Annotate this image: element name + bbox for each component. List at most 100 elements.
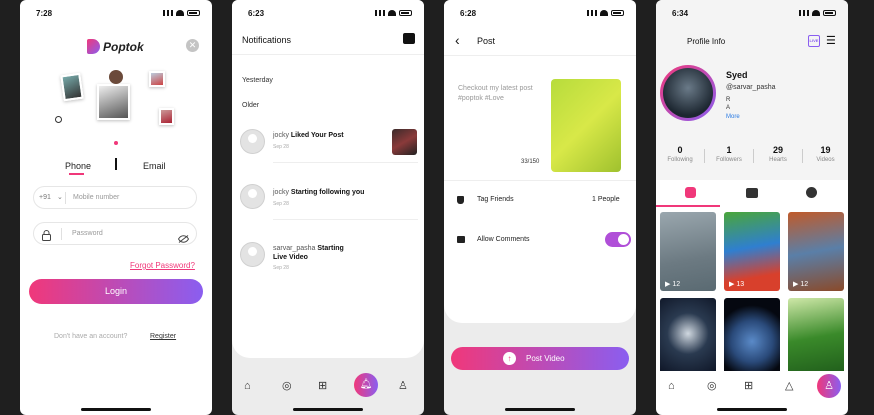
page-title: Post — [477, 36, 496, 46]
page-title: Notifications — [242, 35, 292, 45]
user-photo-main — [97, 84, 130, 120]
content-tabs — [656, 180, 848, 208]
eye-off-icon[interactable] — [177, 230, 190, 248]
stat-label: Following — [667, 157, 693, 163]
signal-icon — [587, 10, 597, 16]
tab-divider — [115, 158, 117, 170]
menu-icon[interactable]: ☰ — [826, 34, 836, 47]
status-bar: 6:23 — [244, 9, 412, 19]
divider — [273, 162, 418, 163]
video-thumbnail[interactable]: ▶ 13 — [724, 212, 780, 291]
stat-videos[interactable]: 19 Videos — [803, 145, 848, 163]
status-time: 7:28 — [36, 9, 53, 18]
music-icon — [55, 116, 62, 123]
bio-line-2: A — [726, 105, 731, 111]
bottom-nav: ⌂ ◎ ⊞ △ ♙ — [656, 371, 848, 403]
live-icon[interactable]: LIVE — [808, 35, 820, 47]
caption-input[interactable]: Checkout my latest post #poptok #Love — [458, 84, 544, 104]
mobile-field[interactable]: +91 ⌄ Mobile number — [33, 186, 197, 209]
notification-date: Sep 28 — [273, 265, 289, 271]
home-icon[interactable]: ⌂ — [244, 379, 251, 393]
logo-text: Poptok — [103, 39, 144, 54]
stat-following[interactable]: 0 Following — [656, 145, 704, 163]
video-thumbnail[interactable]: ▶ 12 — [660, 212, 716, 291]
compass-icon[interactable]: ◎ — [707, 379, 717, 393]
status-icons — [163, 10, 200, 16]
post-video-button[interactable]: ↑ Post Video — [451, 347, 629, 370]
play-count: ▶ 12 — [665, 281, 681, 288]
tag-friends-value[interactable]: 1 People — [592, 196, 620, 203]
video-thumbnail[interactable] — [788, 298, 844, 377]
battery-icon — [823, 10, 836, 16]
allow-comments-toggle[interactable] — [605, 232, 631, 247]
avatar — [240, 184, 265, 209]
bell-icon[interactable]: △ — [785, 379, 793, 393]
tab-indicator — [656, 205, 720, 207]
tab-phone[interactable]: Phone — [65, 161, 91, 171]
stat-followers[interactable]: 1 Followers — [705, 145, 753, 163]
video-thumbnail[interactable] — [724, 298, 780, 377]
profile-icon[interactable]: ♙ — [817, 374, 841, 398]
list-item[interactable]: sarvar_pasha Starting Live Video Sep 28 — [240, 240, 418, 276]
section-older: Older — [242, 102, 260, 109]
chat-icon[interactable] — [403, 33, 415, 44]
play-count-value: 12 — [800, 281, 809, 288]
close-icon[interactable]: ✕ — [186, 39, 199, 52]
forgot-password-link[interactable]: Forgot Password? — [130, 261, 195, 270]
divider — [444, 180, 636, 181]
home-icon[interactable]: ⌂ — [668, 379, 675, 393]
video-thumbnail[interactable] — [660, 298, 716, 377]
back-icon[interactable]: ‹ — [455, 32, 460, 48]
tab-email[interactable]: Email — [143, 161, 166, 171]
status-time: 6:34 — [672, 9, 689, 18]
compass-icon[interactable]: ◎ — [282, 379, 292, 393]
status-icons — [375, 10, 412, 16]
country-code-select[interactable]: +91 — [39, 194, 51, 201]
stats-row: 0 Following 1 Followers 29 Hearts 19 Vid… — [656, 145, 848, 170]
home-indicator — [81, 408, 151, 411]
app-screens: 7:28 Poptok ✕ Phone Email +91 ⌄ Mobile n… — [0, 0, 874, 415]
password-field[interactable]: Password — [33, 222, 197, 245]
field-divider — [61, 228, 62, 240]
login-button[interactable]: Login — [29, 279, 203, 304]
grid-icon[interactable] — [685, 187, 696, 198]
bell-icon[interactable]: 🔔︎ — [354, 373, 378, 397]
video-add-icon[interactable]: ⊞ — [744, 379, 753, 393]
tab-indicator — [69, 173, 84, 175]
register-link[interactable]: Register — [150, 333, 176, 340]
battery-icon — [187, 10, 200, 16]
user-photo — [60, 72, 84, 102]
avatar[interactable] — [663, 68, 713, 118]
post-video-label: Post Video — [526, 354, 565, 363]
video-thumbnail[interactable] — [551, 79, 621, 172]
profile-screen: 6:34 Profile Info LIVE ☰ Syed @sarvar_pa… — [656, 0, 848, 415]
logo-icon — [87, 39, 100, 54]
video-add-icon[interactable]: ⊞ — [318, 379, 327, 393]
lock-icon — [42, 228, 51, 241]
profile-icon[interactable]: ♙ — [398, 379, 408, 393]
battery-icon — [399, 10, 412, 16]
notification-text: jocky Liked Your Post — [273, 132, 344, 139]
avatar-ring — [660, 65, 716, 121]
no-account-text: Don't have an account? — [54, 333, 128, 340]
list-item[interactable]: jocky Starting following you Sep 28 — [240, 184, 418, 220]
post-thumbnail[interactable] — [392, 129, 417, 155]
header-divider — [444, 55, 636, 56]
tagged-icon[interactable] — [806, 187, 817, 198]
chevron-down-icon: ⌄ — [57, 194, 63, 201]
stat-value: 1 — [726, 145, 732, 155]
password-input[interactable]: Password — [72, 230, 103, 237]
stat-value: 19 — [820, 145, 831, 155]
stat-hearts[interactable]: 29 Hearts — [754, 145, 802, 163]
stat-label: Hearts — [769, 157, 787, 163]
home-indicator — [293, 408, 363, 411]
mobile-input[interactable]: Mobile number — [73, 194, 119, 201]
archive-icon[interactable] — [746, 188, 758, 198]
signal-icon — [799, 10, 809, 16]
more-link[interactable]: More — [726, 114, 740, 120]
carousel-dot — [114, 141, 118, 145]
list-item[interactable]: jocky Liked Your Post Sep 28 — [240, 127, 418, 163]
tag-friends-label[interactable]: Tag Friends — [477, 196, 514, 203]
video-thumbnail[interactable]: ▶ 12 — [788, 212, 844, 291]
profile-username: @sarvar_pasha — [726, 84, 776, 91]
